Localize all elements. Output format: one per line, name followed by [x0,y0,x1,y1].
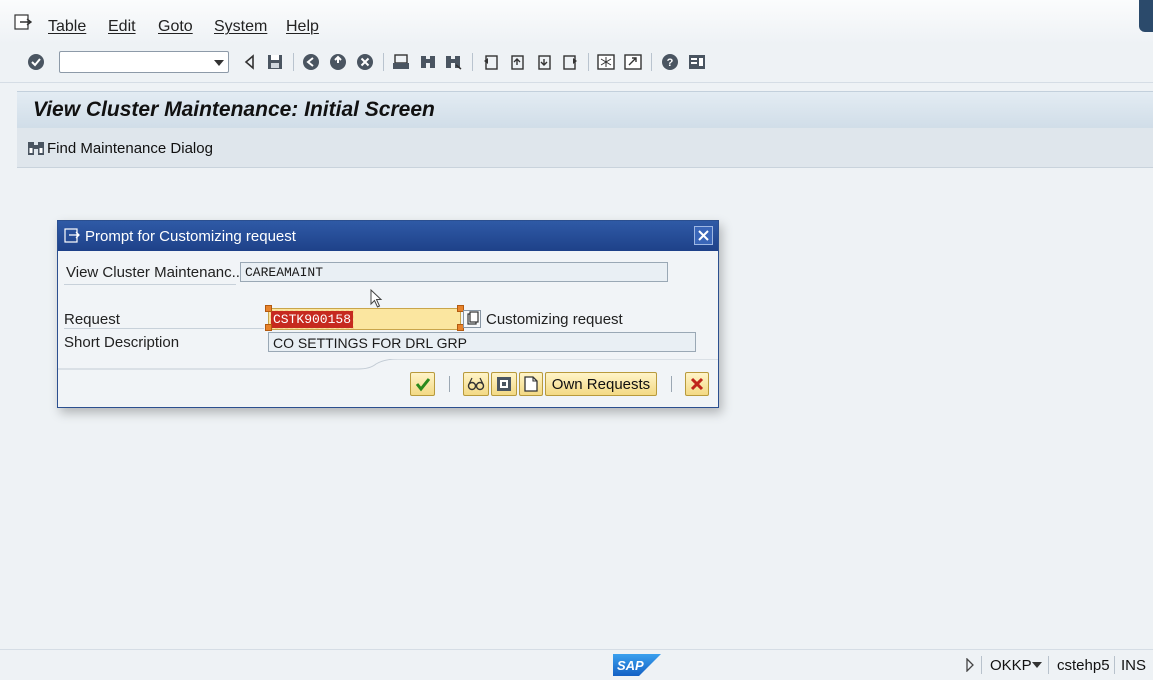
last-page-icon[interactable] [561,53,579,71]
menu-help[interactable]: Help [286,18,319,36]
standard-toolbar: ? [0,44,1153,83]
glasses-icon [467,377,485,391]
status-bar: SAP OKKP cstehp5 INS [0,649,1153,680]
dialog-close-button[interactable] [694,226,713,245]
exit-menu-icon[interactable] [14,14,32,30]
enter-check-icon[interactable] [27,53,45,71]
request-label: Request [64,311,120,328]
cancel-icon[interactable] [356,53,374,71]
value-help-icon [467,311,479,325]
menu-table[interactable]: Table [48,18,86,36]
short-description-label: Short Description [64,334,180,351]
dialog-title: Prompt for Customizing request [85,228,296,245]
find-next-icon[interactable] [444,53,462,71]
find-icon[interactable] [419,53,437,71]
request-box-icon [497,377,511,391]
resize-handle [265,305,272,312]
label-underline [64,284,236,285]
button-separator [671,376,672,392]
shortcut-icon[interactable] [624,53,642,71]
request-input[interactable]: CSTK900158 [268,308,461,330]
toolbar-separator [472,53,473,71]
status-server: cstehp5 [1057,657,1110,674]
dialog-header: Prompt for Customizing request [58,221,718,251]
back-arrow-icon[interactable] [241,53,259,71]
status-separator [1048,656,1049,674]
toolbar-separator [588,53,589,71]
own-requests-label: Own Requests [551,375,651,393]
status-mode[interactable]: INS [1121,657,1146,674]
new-request-button[interactable] [519,372,543,396]
next-page-icon[interactable] [535,53,553,71]
create-request-button[interactable] [491,372,517,396]
continue-button[interactable] [410,372,435,396]
resize-handle [265,324,272,331]
exit-icon[interactable] [329,53,347,71]
status-transaction[interactable]: OKKP [990,657,1032,674]
back-icon[interactable] [302,53,320,71]
customizing-request-dialog: Prompt for Customizing request View Clus… [57,220,719,408]
label-underline [64,328,264,329]
application-toolbar: Find Maintenance Dialog [17,128,1153,168]
status-separator [1114,656,1115,674]
chevron-down-icon[interactable] [214,60,224,66]
request-value: CSTK900158 [269,310,355,329]
dialog-window-icon [64,228,80,243]
menu-bar: Table Edit Goto System Help [0,0,1153,44]
cancel-x-icon [690,377,704,391]
own-requests-button[interactable]: Own Requests [545,372,657,396]
svg-text:?: ? [667,57,674,69]
binoculars-icon [28,142,44,155]
short-description-field[interactable]: CO SETTINGS FOR DRL GRP [268,332,696,352]
status-separator [981,656,982,674]
toolbar-separator [651,53,652,71]
help-icon[interactable]: ? [661,53,679,71]
mouse-pointer-icon [370,289,383,308]
save-icon[interactable] [266,53,284,71]
sap-logo-icon: SAP [613,654,661,676]
button-separator [449,376,450,392]
command-field[interactable] [59,51,229,73]
page-title: View Cluster Maintenance: Initial Screen [33,98,435,121]
menu-goto[interactable]: Goto [158,18,193,36]
print-icon[interactable] [392,53,410,71]
view-cluster-label: View Cluster Maintenanc.. [66,264,240,281]
previous-page-icon[interactable] [508,53,526,71]
first-page-icon[interactable] [482,53,500,71]
checkmark-icon [415,378,430,392]
new-session-icon[interactable] [597,53,615,71]
menu-system[interactable]: System [214,18,267,36]
find-maintenance-dialog-button[interactable]: Find Maintenance Dialog [27,138,213,158]
value-help-button[interactable] [463,310,481,328]
view-cluster-field: CAREAMAINT [240,262,668,282]
dialog-footer-divider [58,359,718,370]
close-icon [698,230,709,241]
new-document-icon [524,376,538,392]
toolbar-separator [293,53,294,71]
display-object-list-button[interactable] [463,372,489,396]
find-maintenance-dialog-label: Find Maintenance Dialog [47,139,213,157]
window-corner-decoration [1139,0,1153,32]
menu-edit[interactable]: Edit [108,18,136,36]
cancel-button[interactable] [685,372,709,396]
toolbar-separator [383,53,384,71]
chevron-down-icon[interactable] [1032,662,1042,668]
status-expand-icon[interactable] [965,658,975,672]
svg-text:SAP: SAP [617,658,644,673]
request-type-label: Customizing request [486,311,623,328]
screen-title-bar: View Cluster Maintenance: Initial Screen [17,91,1153,129]
layout-menu-icon[interactable] [688,53,706,71]
